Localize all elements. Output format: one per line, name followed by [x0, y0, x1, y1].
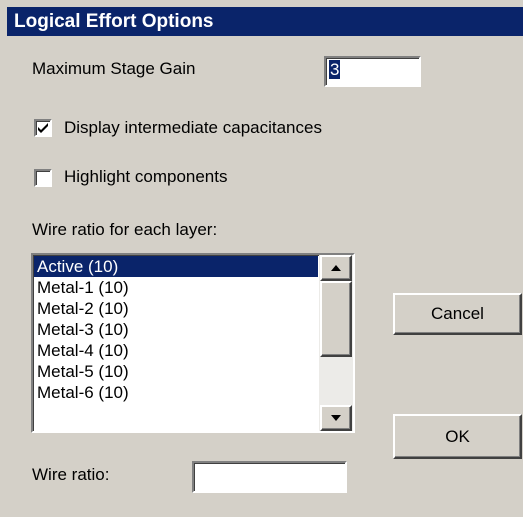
dialog-title-bar: Logical Effort Options	[7, 7, 523, 36]
wire-ratio-input[interactable]	[192, 461, 347, 493]
list-item[interactable]: Metal-4 (10)	[34, 340, 318, 361]
highlight-components-label[interactable]: Highlight components	[64, 167, 227, 187]
scroll-down-button[interactable]	[320, 405, 352, 431]
max-stage-gain-input[interactable]: 3	[324, 56, 421, 87]
list-item[interactable]: Metal-6 (10)	[34, 382, 318, 403]
dialog-title: Logical Effort Options	[14, 11, 214, 32]
layer-list: Active (10) Metal-1 (10) Metal-2 (10) Me…	[34, 256, 318, 403]
display-capacitances-checkbox[interactable]	[34, 119, 52, 137]
checkmark-icon	[38, 123, 48, 133]
list-item[interactable]: Metal-1 (10)	[34, 277, 318, 298]
max-stage-gain-label: Maximum Stage Gain	[32, 59, 196, 78]
wire-ratio-label: Wire ratio:	[32, 465, 110, 484]
list-item[interactable]: Metal-5 (10)	[34, 361, 318, 382]
list-item[interactable]: Metal-3 (10)	[34, 319, 318, 340]
scroll-up-button[interactable]	[320, 255, 352, 281]
layer-list-scrollbar[interactable]	[319, 255, 353, 431]
ok-button[interactable]: OK	[393, 414, 522, 459]
cancel-button[interactable]: Cancel	[393, 293, 522, 335]
max-stage-gain-value: 3	[329, 60, 341, 79]
wire-ratio-list-label: Wire ratio for each layer:	[32, 220, 218, 239]
list-item[interactable]: Metal-2 (10)	[34, 298, 318, 319]
logical-effort-options-dialog: Logical Effort Options Maximum Stage Gai…	[0, 0, 523, 517]
scroll-thumb[interactable]	[320, 281, 352, 357]
list-item[interactable]: Active (10)	[34, 256, 318, 277]
arrow-down-icon	[331, 415, 341, 421]
display-capacitances-label[interactable]: Display intermediate capacitances	[64, 118, 322, 138]
highlight-components-checkbox[interactable]	[34, 169, 52, 187]
layer-listbox[interactable]: Active (10) Metal-1 (10) Metal-2 (10) Me…	[31, 253, 355, 433]
arrow-up-icon	[331, 265, 341, 271]
